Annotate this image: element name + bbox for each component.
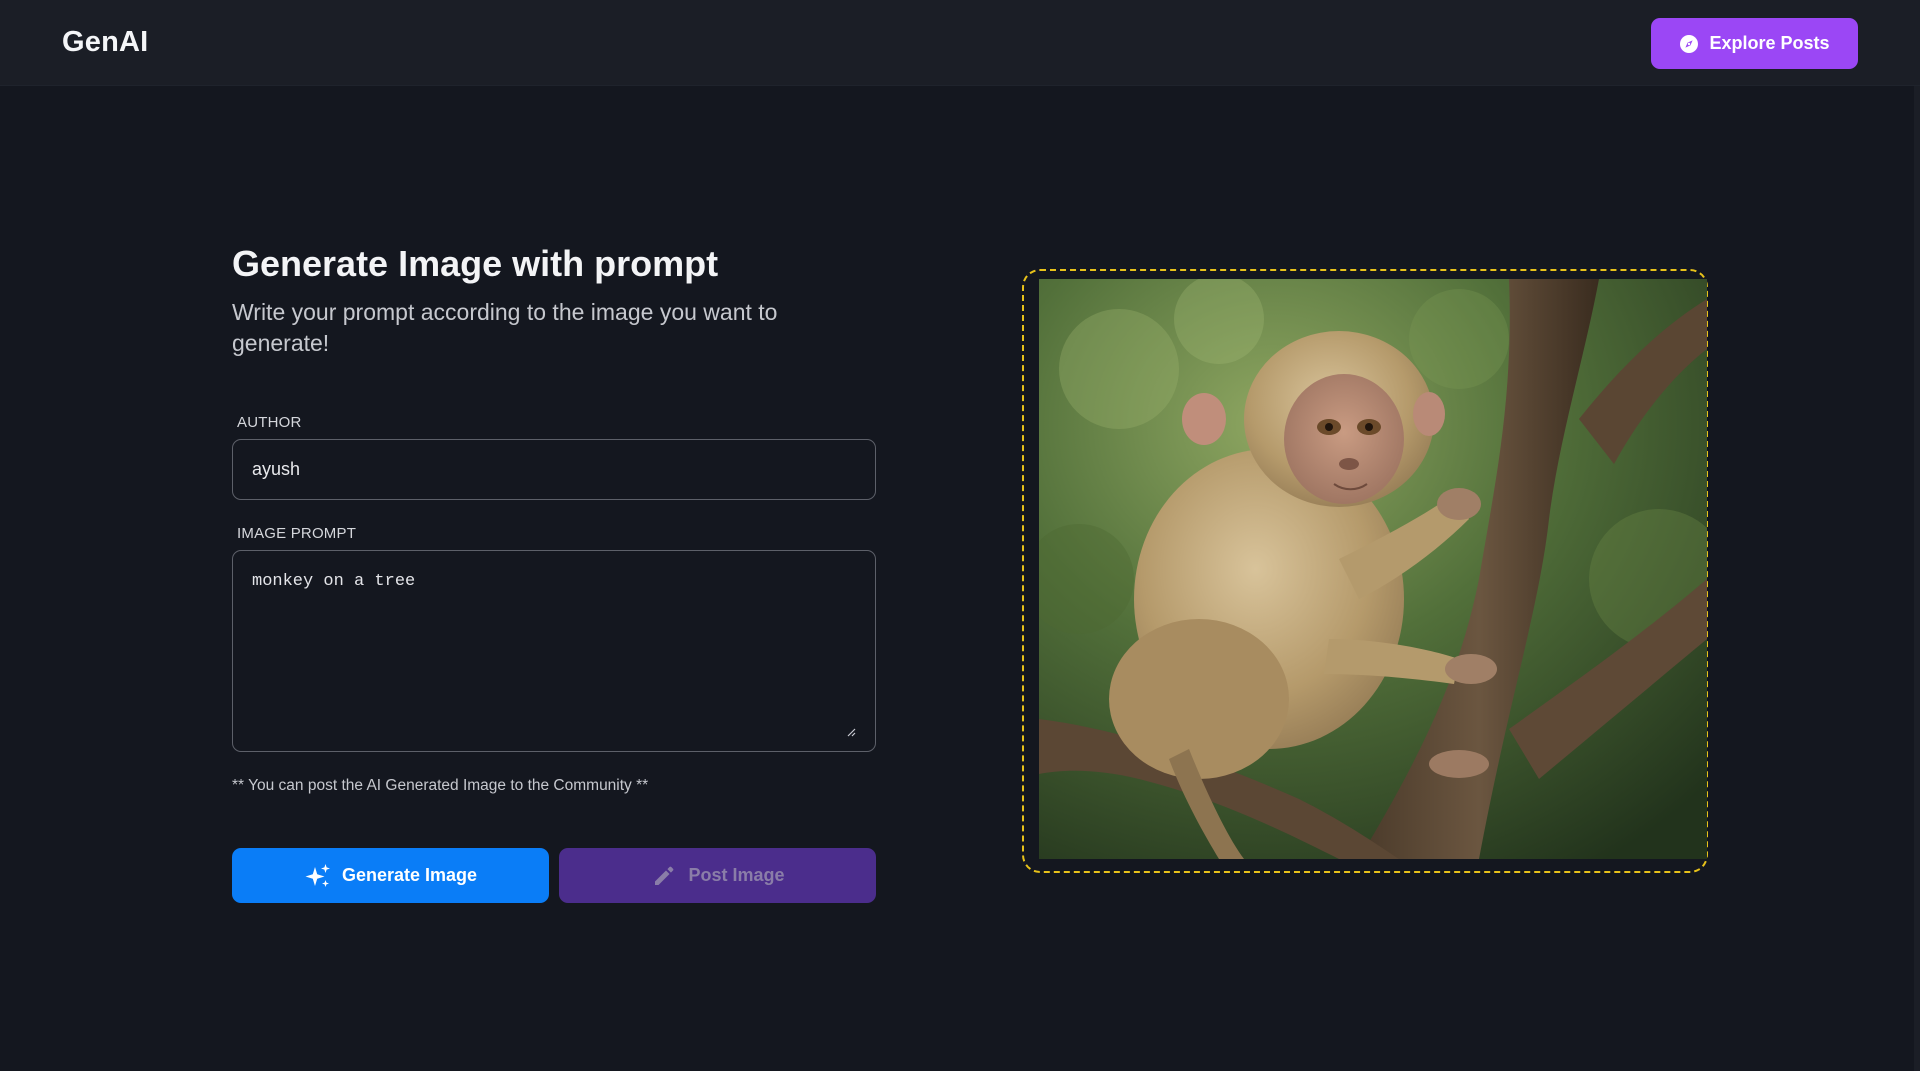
author-label: AUTHOR bbox=[237, 414, 302, 431]
page-title: Generate Image with prompt bbox=[232, 243, 719, 284]
explore-posts-button[interactable]: Explore Posts bbox=[1651, 18, 1858, 69]
page-scrollbar[interactable] bbox=[1914, 86, 1920, 1071]
textarea-resize-handle-icon[interactable] bbox=[846, 724, 856, 737]
page-subtitle: Write your prompt according to the image… bbox=[232, 299, 778, 356]
generate-image-button[interactable]: Generate Image bbox=[232, 848, 549, 903]
post-image-button[interactable]: Post Image bbox=[559, 848, 876, 903]
brand-logo[interactable]: GenAI bbox=[62, 26, 148, 59]
post-image-label: Post Image bbox=[688, 865, 785, 885]
generate-image-label: Generate Image bbox=[341, 865, 478, 885]
image-prompt-label: IMAGE PROMPT bbox=[237, 525, 357, 542]
navbar: GenAI Explore Posts bbox=[0, 0, 1920, 86]
image-prompt-textarea[interactable]: monkey on a tree bbox=[232, 550, 876, 752]
author-input[interactable] bbox=[232, 439, 876, 500]
generated-image[interactable] bbox=[1039, 279, 1707, 859]
explore-posts-label: Explore Posts bbox=[1709, 33, 1830, 53]
community-note: ** You can post the AI Generated Image t… bbox=[232, 777, 649, 794]
sparkles-icon bbox=[304, 862, 332, 890]
pencil-icon bbox=[650, 862, 678, 890]
compass-icon bbox=[1679, 34, 1699, 54]
